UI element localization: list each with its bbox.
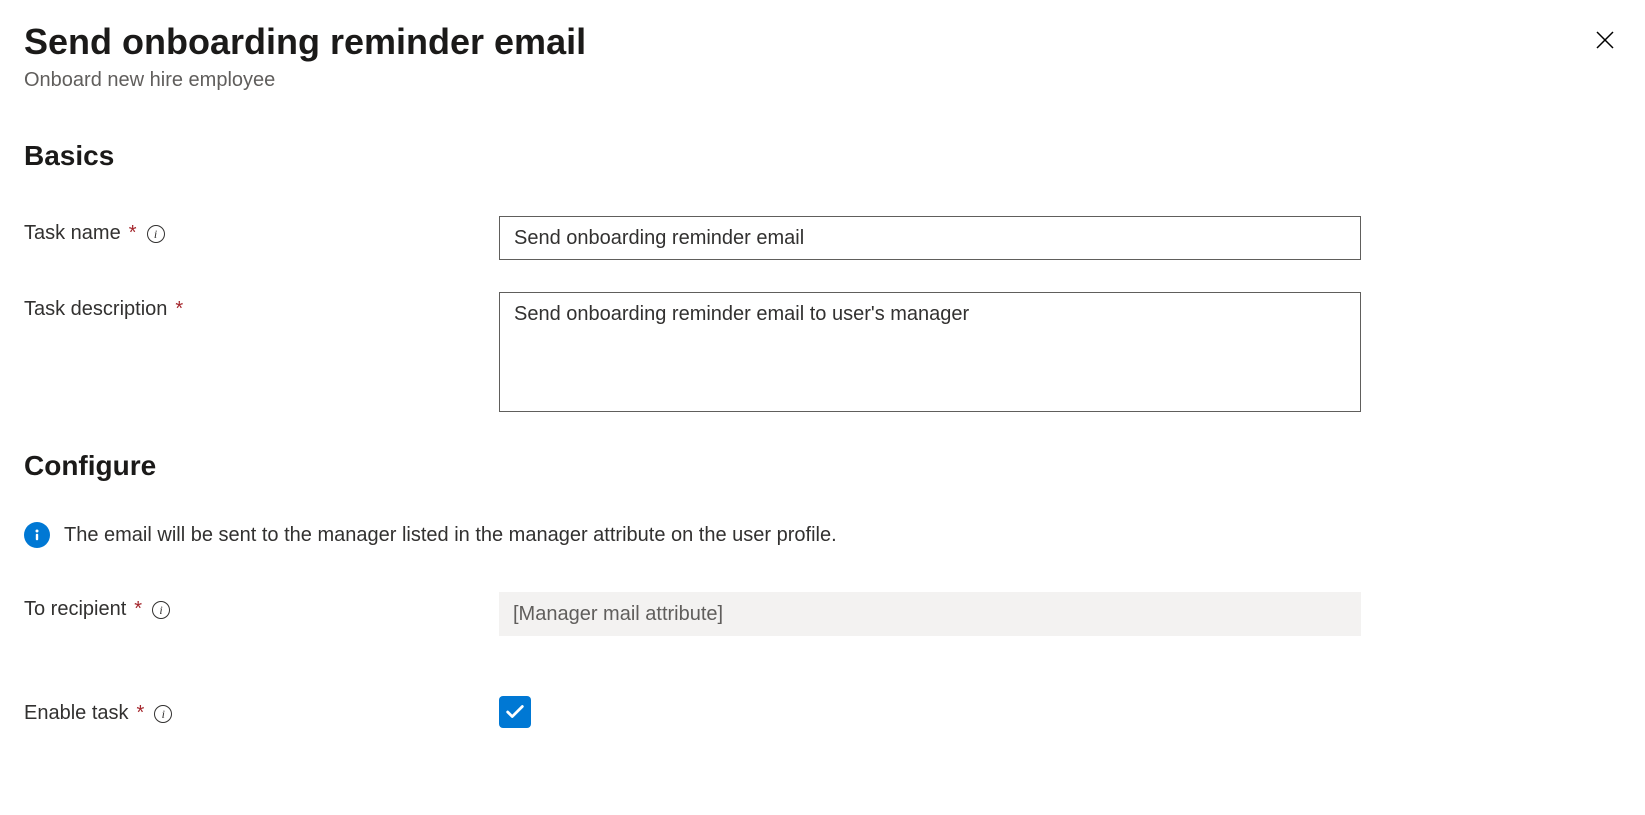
to-recipient-label: To recipient	[24, 598, 126, 621]
close-icon	[1593, 28, 1617, 52]
required-indicator: *	[137, 702, 145, 725]
required-indicator: *	[129, 222, 137, 245]
info-banner-text: The email will be sent to the manager li…	[64, 524, 837, 547]
info-icon[interactable]: i	[154, 705, 172, 723]
page-subtitle: Onboard new hire employee	[24, 69, 586, 92]
configure-heading: Configure	[24, 450, 1621, 482]
check-icon	[504, 701, 526, 723]
task-name-label: Task name	[24, 222, 121, 245]
required-indicator: *	[134, 598, 142, 621]
task-description-label: Task description	[24, 298, 167, 321]
info-banner-icon	[24, 522, 50, 548]
required-indicator: *	[175, 298, 183, 321]
close-button[interactable]	[1589, 24, 1621, 59]
task-name-input[interactable]	[499, 216, 1361, 260]
enable-task-checkbox[interactable]	[499, 696, 531, 728]
page-title: Send onboarding reminder email	[24, 20, 586, 63]
task-description-input[interactable]	[499, 292, 1361, 412]
info-icon[interactable]: i	[152, 601, 170, 619]
info-icon[interactable]: i	[147, 225, 165, 243]
to-recipient-field: [Manager mail attribute]	[499, 592, 1361, 636]
enable-task-label: Enable task	[24, 702, 129, 725]
basics-heading: Basics	[24, 140, 1621, 172]
